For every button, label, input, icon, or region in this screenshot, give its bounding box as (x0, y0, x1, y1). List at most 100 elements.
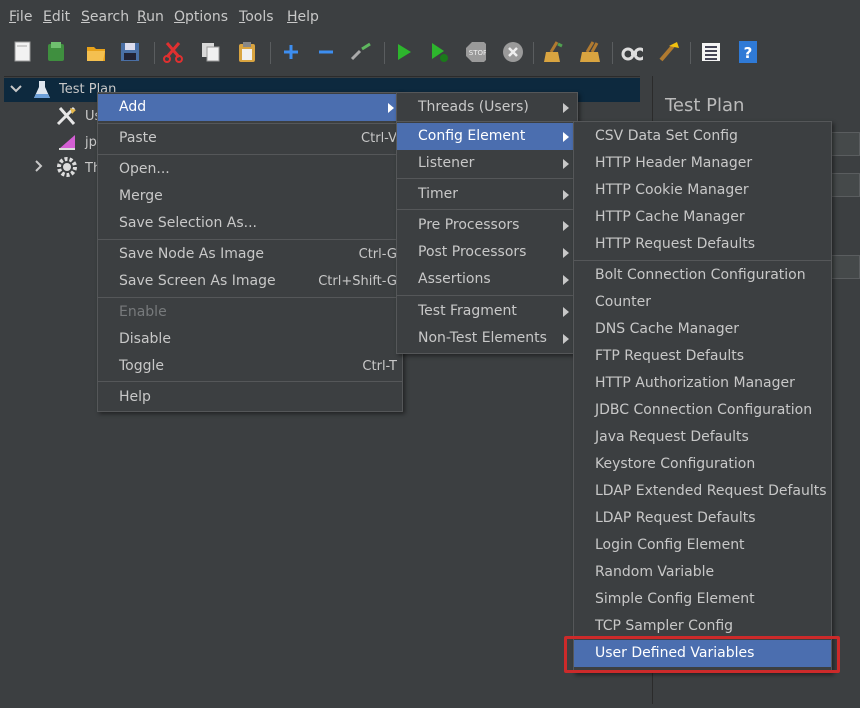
paste-icon[interactable] (236, 40, 258, 64)
menu-file[interactable]: File (9, 9, 32, 25)
config-item-http-cache-manager[interactable]: HTTP Cache Manager (574, 204, 831, 231)
context-menu: Add Paste Ctrl-V Open... Merge Save Selection… (97, 92, 403, 412)
tree-item-label[interactable]: jp (85, 135, 97, 150)
gear-icon (57, 157, 77, 177)
clear-all-icon[interactable] (580, 40, 602, 64)
config-item-http-cookie-manager[interactable]: HTTP Cookie Manager (574, 177, 831, 204)
search-icon[interactable] (621, 40, 643, 64)
config-item-bolt-connection-configuration[interactable]: Bolt Connection Configuration (574, 262, 831, 289)
menu-item-label: Enable (119, 304, 167, 320)
submenu-item-post-processors[interactable]: Post Processors (397, 239, 577, 266)
templates-icon[interactable] (45, 40, 67, 64)
menu-separator (98, 297, 402, 298)
menu-item-label: Save Node As Image (119, 246, 264, 262)
chart-icon (59, 135, 75, 150)
config-item-http-request-defaults[interactable]: HTTP Request Defaults (574, 231, 831, 258)
help-icon[interactable]: ? (737, 40, 759, 64)
submenu-arrow-icon (563, 190, 569, 200)
chevron-right-icon[interactable] (34, 160, 44, 172)
toolbar-separator (612, 42, 613, 64)
toolbar-separator (690, 42, 691, 64)
menu-run[interactable]: Run (137, 9, 164, 25)
submenu-arrow-icon (388, 103, 394, 113)
submenu-item-test-fragment[interactable]: Test Fragment (397, 298, 577, 325)
menu-item-help[interactable]: Help (98, 384, 402, 411)
submenu-item-config-element[interactable]: Config Element (397, 123, 577, 150)
add-submenu: Threads (Users) Config Element Listener Tim… (396, 92, 578, 354)
toolbar-separator (270, 42, 271, 64)
menu-edit[interactable]: Edit (43, 9, 70, 25)
chevron-down-icon[interactable] (10, 84, 22, 94)
config-item-jdbc-connection-configuration[interactable]: JDBC Connection Configuration (574, 397, 831, 424)
reset-search-icon[interactable] (657, 40, 679, 64)
expand-icon[interactable] (280, 40, 302, 64)
config-item-ldap-request-defaults[interactable]: LDAP Request Defaults (574, 505, 831, 532)
start-icon[interactable] (393, 40, 415, 64)
menu-item-label: Simple Config Element (595, 591, 755, 607)
toolbar-separator (533, 42, 534, 64)
function-helper-icon[interactable] (700, 40, 722, 64)
menu-item-paste[interactable]: Paste Ctrl-V (98, 125, 402, 152)
toggle-icon[interactable] (349, 40, 371, 64)
config-item-simple-config-element[interactable]: Simple Config Element (574, 586, 831, 613)
annotation-highlight-box (564, 636, 840, 673)
submenu-item-listener[interactable]: Listener (397, 150, 577, 177)
submenu-item-pre-processors[interactable]: Pre Processors (397, 212, 577, 239)
menu-item-save-screen-as-image[interactable]: Save Screen As Image Ctrl+Shift-G (98, 268, 402, 295)
menu-options[interactable]: Options (174, 9, 228, 25)
menu-item-add[interactable]: Add (98, 94, 402, 121)
config-item-ldap-extended-request-defaults[interactable]: LDAP Extended Request Defaults (574, 478, 831, 505)
new-icon[interactable] (12, 40, 34, 64)
menu-item-label: Listener (418, 155, 475, 171)
menu-search[interactable]: Search (81, 9, 129, 25)
menu-item-label: Save Selection As... (119, 215, 258, 231)
menu-item-label: Bolt Connection Configuration (595, 267, 806, 283)
config-item-login-config-element[interactable]: Login Config Element (574, 532, 831, 559)
menu-item-label: Toggle (119, 358, 165, 374)
open-icon[interactable] (85, 40, 107, 64)
menu-item-label: Merge (119, 188, 163, 204)
menu-item-save-selection-as[interactable]: Save Selection As... (98, 210, 402, 237)
menu-item-label: Open... (119, 161, 170, 177)
menu-separator (397, 121, 577, 122)
save-icon[interactable] (119, 40, 141, 64)
config-item-random-variable[interactable]: Random Variable (574, 559, 831, 586)
submenu-arrow-icon (563, 307, 569, 317)
menu-separator (397, 209, 577, 210)
menu-item-disable[interactable]: Disable (98, 326, 402, 353)
config-item-keystore-configuration[interactable]: Keystore Configuration (574, 451, 831, 478)
shutdown-icon[interactable] (502, 40, 524, 64)
submenu-item-non-test-elements[interactable]: Non-Test Elements (397, 325, 577, 352)
flask-icon (34, 81, 50, 98)
clear-icon[interactable] (543, 40, 565, 64)
menu-item-toggle[interactable]: Toggle Ctrl-T (98, 353, 402, 380)
menu-item-label: FTP Request Defaults (595, 348, 745, 364)
config-item-http-authorization-manager[interactable]: HTTP Authorization Manager (574, 370, 831, 397)
config-item-ftp-request-defaults[interactable]: FTP Request Defaults (574, 343, 831, 370)
submenu-item-threads-users[interactable]: Threads (Users) (397, 94, 577, 121)
menu-item-save-node-as-image[interactable]: Save Node As Image Ctrl-G (98, 241, 402, 268)
menu-separator (574, 260, 831, 261)
start-no-pause-icon[interactable] (428, 40, 450, 64)
menu-item-label: Counter (595, 294, 651, 310)
submenu-item-assertions[interactable]: Assertions (397, 266, 577, 293)
collapse-icon[interactable] (315, 40, 337, 64)
menu-item-merge[interactable]: Merge (98, 183, 402, 210)
stop-icon[interactable]: STOP (464, 40, 486, 64)
menu-item-label: Assertions (418, 271, 491, 287)
submenu-item-timer[interactable]: Timer (397, 181, 577, 208)
config-item-java-request-defaults[interactable]: Java Request Defaults (574, 424, 831, 451)
config-item-csv-data-set-config[interactable]: CSV Data Set Config (574, 123, 831, 150)
menu-item-label: TCP Sampler Config (595, 618, 734, 634)
config-item-counter[interactable]: Counter (574, 289, 831, 316)
config-item-http-header-manager[interactable]: HTTP Header Manager (574, 150, 831, 177)
menu-item-label: HTTP Request Defaults (595, 236, 756, 252)
copy-icon[interactable] (200, 40, 222, 64)
menu-help[interactable]: Help (287, 9, 319, 25)
menu-item-open[interactable]: Open... (98, 156, 402, 183)
cut-icon[interactable] (162, 40, 184, 64)
submenu-arrow-icon (563, 221, 569, 231)
menu-item-label: Test Fragment (418, 303, 517, 319)
config-item-dns-cache-manager[interactable]: DNS Cache Manager (574, 316, 831, 343)
menu-tools[interactable]: Tools (239, 9, 274, 25)
